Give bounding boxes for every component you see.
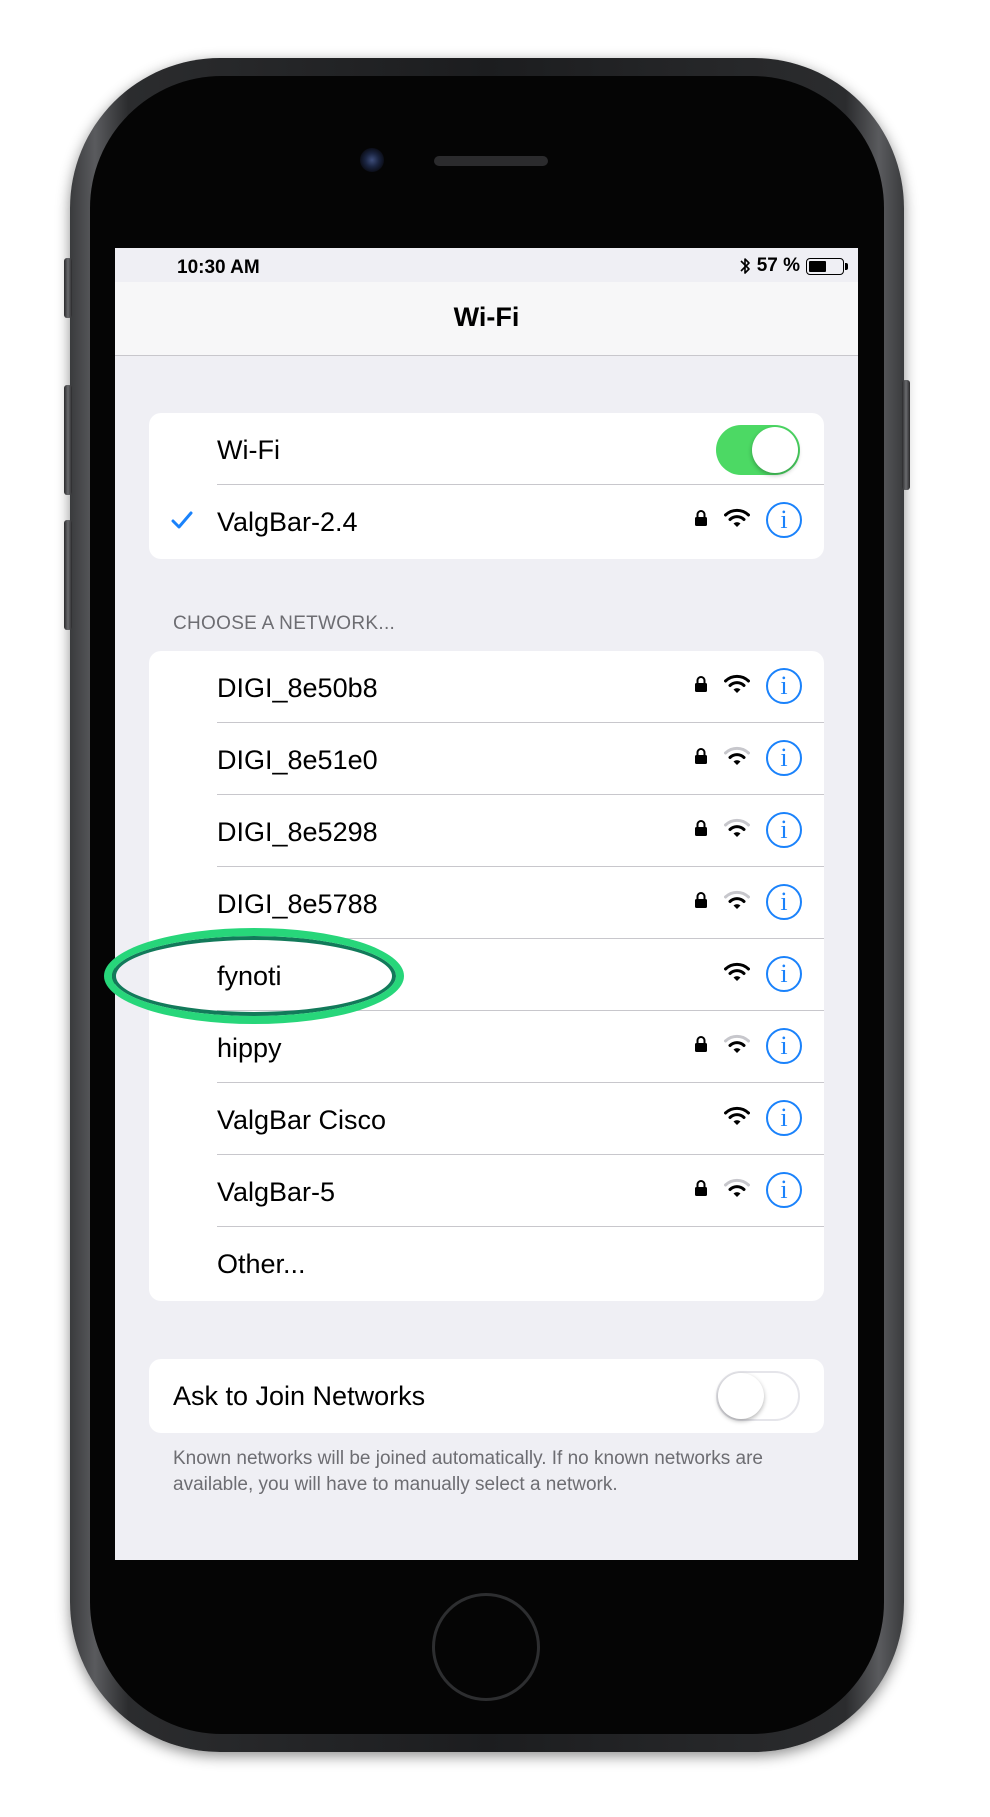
wifi-icon — [724, 818, 750, 843]
network-name: DIGI_8e5788 — [217, 889, 378, 919]
power-button — [902, 380, 910, 490]
connected-network-name: ValgBar-2.4 — [217, 507, 358, 537]
lock-icon — [694, 747, 708, 770]
other-network-row[interactable]: Other... — [149, 1227, 824, 1299]
battery-percent: 57 % — [756, 255, 800, 276]
footer-note: Known networks will be joined automatica… — [173, 1448, 763, 1495]
info-icon[interactable]: i — [766, 668, 802, 704]
network-row[interactable]: DIGI_8e50b8 i — [149, 651, 824, 723]
lock-icon — [694, 891, 708, 914]
ask-to-join-row: Ask to Join Networks — [149, 1359, 824, 1431]
info-icon[interactable]: i — [766, 1100, 802, 1136]
page-title: Wi-Fi — [453, 302, 520, 332]
info-icon[interactable]: i — [766, 1172, 802, 1208]
mute-switch — [64, 258, 72, 318]
highlight-ellipse — [104, 928, 404, 1024]
volume-up-button — [64, 385, 72, 495]
status-bar: 10:30 AM 57 % — [115, 248, 858, 282]
checkmark-icon — [171, 511, 193, 534]
network-row[interactable]: ValgBar-5 i — [149, 1155, 824, 1227]
lock-icon — [694, 1035, 708, 1058]
wifi-icon — [724, 746, 750, 771]
lock-icon — [694, 675, 708, 698]
info-icon[interactable]: i — [766, 884, 802, 920]
screen: 10:30 AM 57 % Wi-Fi Wi-Fi ValgBar-2.4 i … — [115, 248, 858, 1560]
section-header: CHOOSE A NETWORK... — [173, 613, 396, 634]
navigation-bar: Wi-Fi — [115, 282, 858, 356]
status-time: 10:30 AM — [177, 257, 260, 278]
network-row[interactable]: ValgBar Cisco i — [149, 1083, 824, 1155]
wifi-icon — [724, 890, 750, 915]
info-icon[interactable]: i — [766, 812, 802, 848]
wifi-group: Wi-Fi ValgBar-2.4 i — [149, 413, 824, 559]
network-name: hippy — [217, 1033, 282, 1063]
ask-to-join-group: Ask to Join Networks — [149, 1359, 824, 1433]
bluetooth-icon — [739, 256, 751, 276]
info-icon[interactable]: i — [766, 1028, 802, 1064]
wifi-icon — [724, 1034, 750, 1059]
lock-icon — [694, 1179, 708, 1202]
earpiece-speaker — [434, 156, 548, 166]
wifi-icon — [724, 674, 750, 699]
volume-down-button — [64, 520, 72, 630]
ask-to-join-label: Ask to Join Networks — [173, 1381, 426, 1411]
wifi-toggle-row: Wi-Fi — [149, 413, 824, 485]
network-name: ValgBar-5 — [217, 1177, 336, 1207]
lock-icon — [694, 509, 708, 532]
network-name: DIGI_8e5298 — [217, 817, 378, 847]
wifi-label: Wi-Fi — [217, 435, 280, 465]
network-name: ValgBar Cisco — [217, 1105, 387, 1135]
wifi-icon — [724, 1106, 750, 1131]
network-row[interactable]: DIGI_8e51e0 i — [149, 723, 824, 795]
info-icon[interactable]: i — [766, 502, 802, 538]
network-name: DIGI_8e51e0 — [217, 745, 378, 775]
info-icon[interactable]: i — [766, 956, 802, 992]
network-name: DIGI_8e50b8 — [217, 673, 378, 703]
status-right: 57 % — [739, 255, 848, 277]
home-button[interactable] — [432, 1593, 540, 1701]
battery-icon — [806, 257, 844, 275]
front-camera — [360, 148, 384, 172]
connected-network-row[interactable]: ValgBar-2.4 i — [149, 485, 824, 557]
network-row[interactable]: DIGI_8e5298 i — [149, 795, 824, 867]
wifi-icon — [724, 508, 750, 533]
wifi-toggle[interactable] — [716, 425, 800, 475]
wifi-icon — [724, 962, 750, 987]
wifi-icon — [724, 1178, 750, 1203]
info-icon[interactable]: i — [766, 740, 802, 776]
ask-to-join-toggle[interactable] — [716, 1371, 800, 1421]
lock-icon — [694, 819, 708, 842]
other-label: Other... — [217, 1249, 306, 1279]
